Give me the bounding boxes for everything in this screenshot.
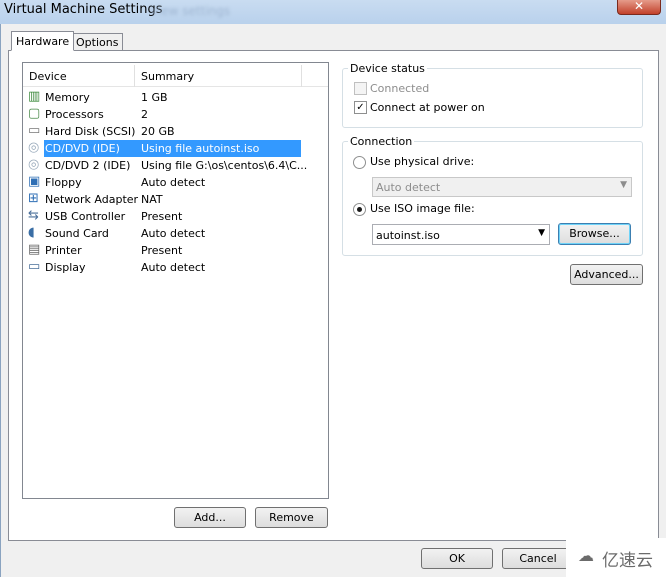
browse-button[interactable]: Browse...: [558, 223, 631, 245]
device-summary: 1 GB: [141, 91, 168, 104]
device-row[interactable]: ⊞ Network Adapter NAT: [23, 191, 328, 208]
floppy-icon: ▣: [28, 174, 41, 189]
device-summary: Present: [141, 210, 183, 223]
device-summary: Present: [141, 244, 183, 257]
device-name: Display: [45, 261, 86, 274]
device-row[interactable]: ◎ CD/DVD (IDE) Using file autoinst.iso: [23, 140, 328, 157]
device-name: Sound Card: [45, 227, 109, 240]
column-summary[interactable]: Summary: [141, 70, 194, 83]
device-summary: 2: [141, 108, 148, 121]
device-summary: Using file autoinst.iso: [141, 142, 260, 155]
connected-checkbox[interactable]: [354, 82, 367, 95]
cd-dvd-icon: ◎: [28, 140, 40, 155]
device-row[interactable]: ▣ Floppy Auto detect: [23, 174, 328, 191]
watermark-logo: ☁ 亿速云: [566, 538, 666, 577]
device-row[interactable]: ◎ CD/DVD 2 (IDE) Using file G:\os\centos\6…: [23, 157, 328, 174]
cancel-button[interactable]: Cancel: [502, 548, 574, 569]
device-status-title: Device status: [348, 62, 427, 75]
device-name: USB Controller: [45, 210, 126, 223]
sound-card-icon: ◖: [28, 225, 35, 240]
tab-hardware[interactable]: Hardware: [11, 31, 75, 51]
add-button[interactable]: Add...: [174, 507, 246, 528]
device-summary: Auto detect: [141, 227, 206, 240]
device-name: CD/DVD 2 (IDE): [45, 159, 131, 172]
watermark-text: 亿速云: [602, 551, 653, 571]
processor-icon: ▢: [28, 106, 41, 121]
ok-button[interactable]: OK: [421, 548, 493, 569]
device-row[interactable]: ▭ Hard Disk (SCSI) 20 GB: [23, 123, 328, 140]
device-name: CD/DVD (IDE): [45, 142, 120, 155]
device-name: Processors: [45, 108, 104, 121]
connected-label: Connected: [370, 82, 430, 95]
device-row[interactable]: ▤ Printer Present: [23, 242, 328, 259]
device-status-group: [342, 68, 643, 128]
device-row[interactable]: ▭ Display Auto detect: [23, 259, 328, 276]
device-name: Floppy: [45, 176, 82, 189]
network-adapter-icon: ⊞: [28, 191, 39, 206]
title-bar: Virtual Machine Settings View settings ✕: [0, 0, 666, 24]
device-row[interactable]: ◖ Sound Card Auto detect: [23, 225, 328, 242]
physical-drive-select[interactable]: Auto detect ▼: [372, 177, 632, 197]
cd-dvd-icon: ◎: [28, 157, 40, 172]
device-name: Printer: [45, 244, 82, 257]
device-name: Hard Disk (SCSI): [45, 125, 136, 138]
iso-image-radio[interactable]: [353, 203, 366, 216]
device-name: Network Adapter: [45, 193, 139, 206]
printer-icon: ▤: [28, 242, 41, 257]
iso-file-combobox[interactable]: autoinst.iso ▼: [372, 224, 550, 245]
connect-at-power-on-label: Connect at power on: [370, 101, 485, 114]
chevron-down-icon[interactable]: ▼: [538, 228, 545, 238]
advanced-button[interactable]: Advanced...: [570, 264, 643, 285]
device-list-header: Device Summary: [23, 65, 328, 87]
window-title: Virtual Machine Settings: [4, 2, 163, 17]
device-name: Memory: [45, 91, 90, 104]
device-row[interactable]: ▥ Memory 1 GB: [23, 89, 328, 106]
device-row[interactable]: ▢ Processors 2: [23, 106, 328, 123]
column-divider[interactable]: [134, 65, 135, 87]
iso-file-value: autoinst.iso: [376, 229, 440, 242]
device-summary: Using file G:\os\centos\6.4\C...: [141, 159, 308, 172]
column-divider[interactable]: [301, 65, 302, 87]
device-summary: Auto detect: [141, 176, 206, 189]
chevron-down-icon: ▼: [620, 180, 627, 190]
memory-icon: ▥: [28, 89, 41, 104]
tab-options[interactable]: Options: [71, 33, 124, 50]
physical-drive-radio[interactable]: [353, 156, 366, 169]
column-device[interactable]: Device: [29, 70, 67, 83]
device-row[interactable]: ⇆ USB Controller Present: [23, 208, 328, 225]
physical-drive-value: Auto detect: [376, 181, 441, 194]
cloud-logo-icon: ☁: [578, 546, 594, 565]
device-summary: NAT: [141, 193, 163, 206]
connect-at-power-on-checkbox[interactable]: ✓: [354, 101, 367, 114]
window-title-ghost: View settings: [150, 4, 231, 18]
physical-drive-label: Use physical drive:: [370, 155, 475, 168]
remove-button[interactable]: Remove: [255, 507, 328, 528]
close-icon[interactable]: ✕: [617, 0, 661, 15]
usb-icon: ⇆: [28, 208, 39, 223]
device-summary: Auto detect: [141, 261, 206, 274]
display-icon: ▭: [28, 259, 41, 274]
iso-image-label: Use ISO image file:: [370, 202, 475, 215]
device-summary: 20 GB: [141, 125, 175, 138]
hard-disk-icon: ▭: [28, 123, 41, 138]
connection-title: Connection: [348, 135, 415, 148]
